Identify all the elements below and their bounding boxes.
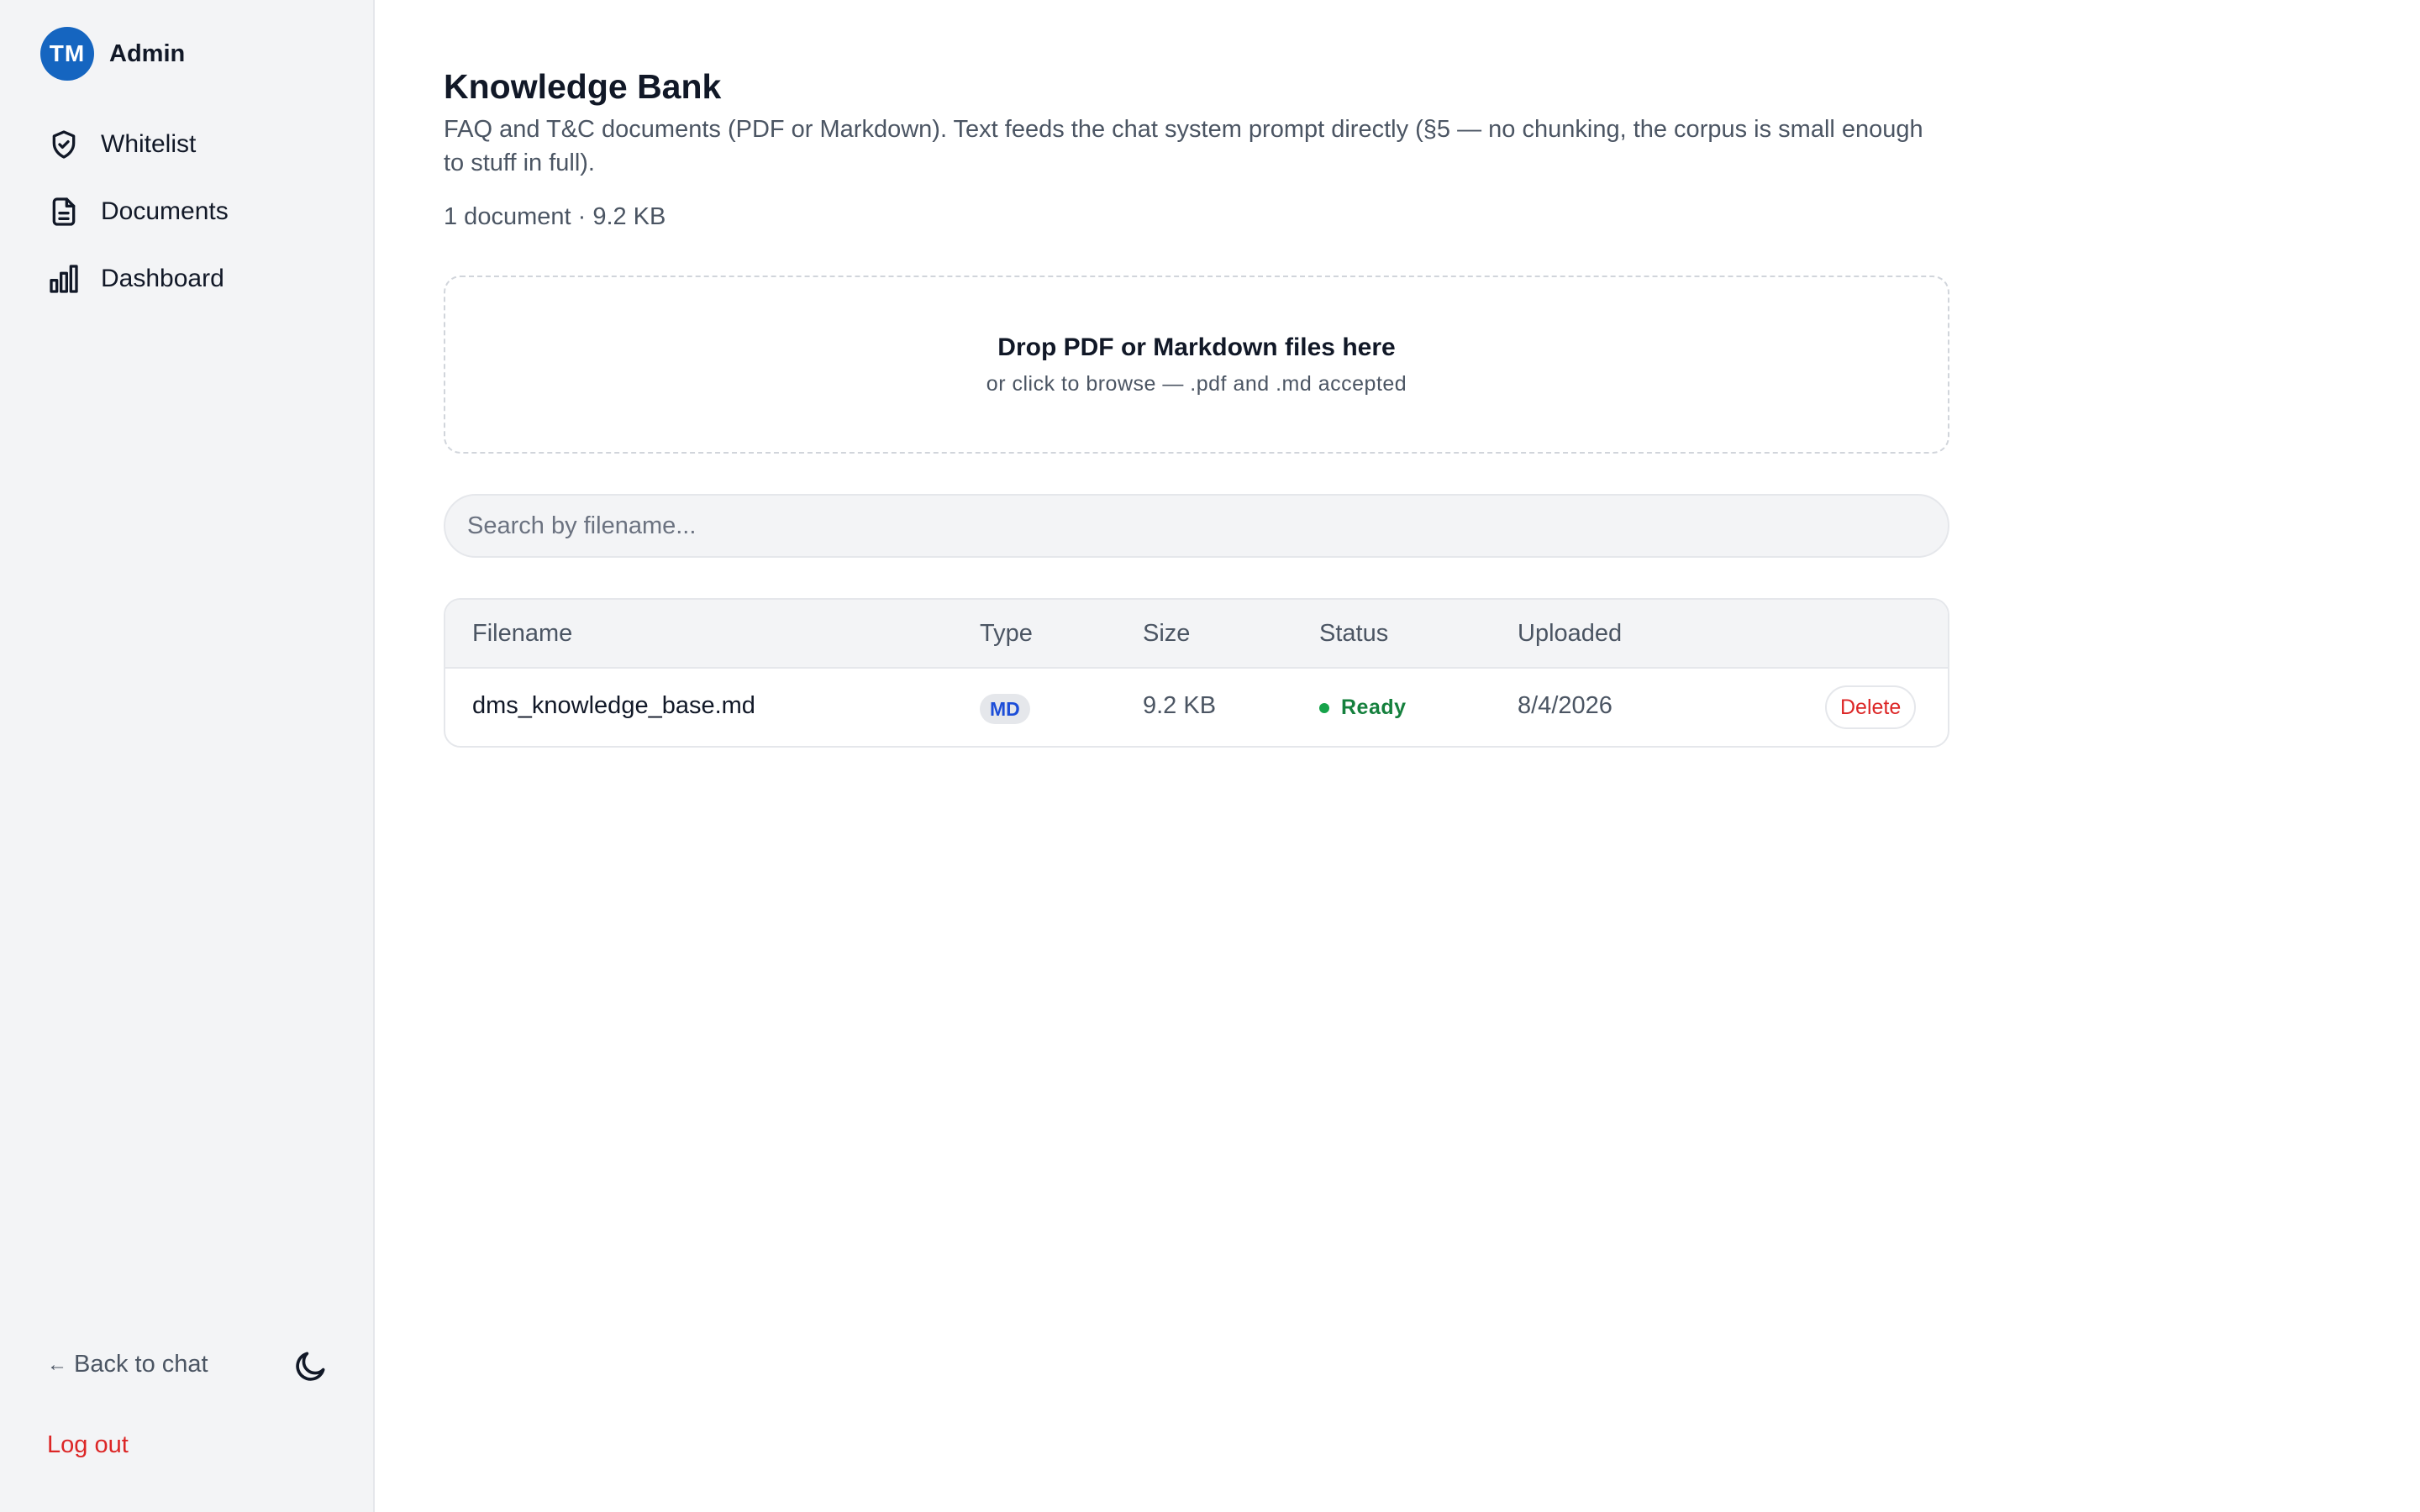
- sidebar-item-whitelist[interactable]: Whitelist: [47, 124, 229, 165]
- theme-toggle-button[interactable]: [292, 1347, 329, 1384]
- logout-link[interactable]: Log out: [47, 1431, 129, 1459]
- column-header-size[interactable]: Size: [1143, 620, 1190, 648]
- sidebar-item-dashboard[interactable]: Dashboard: [47, 259, 229, 299]
- page-subtitle: FAQ and T&C documents (PDF or Markdown).…: [444, 116, 1923, 176]
- app: TM Admin Whitelist Documents Dashboard ←…: [0, 0, 2420, 1512]
- sidebar: TM Admin Whitelist Documents Dashboard ←…: [0, 0, 375, 1512]
- status-badge: Ready: [1319, 696, 1407, 720]
- back-to-chat-link[interactable]: ← Back to chat: [47, 1351, 208, 1378]
- sidebar-nav: Whitelist Documents Dashboard: [47, 124, 229, 326]
- user-name: Admin: [109, 39, 186, 67]
- dropzone-subtitle: or click to browse — .pdf and .md accept…: [986, 371, 1407, 396]
- table-row: dms_knowledge_base.md MD 9.2 KB Ready 8/…: [445, 669, 1948, 746]
- arrow-left-icon: ←: [47, 1352, 67, 1376]
- file-dropzone[interactable]: Drop PDF or Markdown files here or click…: [444, 276, 1949, 454]
- search-input[interactable]: [444, 494, 1949, 558]
- document-summary: 1 document · 9.2 KB: [444, 203, 666, 230]
- status-label: Ready: [1341, 696, 1407, 719]
- document-icon: [52, 197, 76, 226]
- column-header-type[interactable]: Type: [980, 620, 1033, 648]
- type-badge: MD: [980, 694, 1030, 724]
- user-profile[interactable]: TM Admin: [40, 27, 185, 81]
- delete-button[interactable]: Delete: [1825, 685, 1917, 729]
- moon-icon: [296, 1352, 325, 1381]
- dropzone-title: Drop PDF or Markdown files here: [997, 333, 1396, 361]
- sidebar-item-label: Documents: [101, 197, 229, 225]
- cell-size: 9.2 KB: [1143, 692, 1217, 719]
- cell-filename: dms_knowledge_base.md: [472, 692, 755, 719]
- sidebar-item-label: Whitelist: [101, 130, 197, 158]
- page-title: Knowledge Bank: [444, 67, 722, 106]
- table-header: Filename Type Size Status Uploaded: [445, 600, 1948, 669]
- shield-check-icon: [52, 130, 76, 159]
- sidebar-item-label: Dashboard: [101, 265, 224, 292]
- documents-table: Filename Type Size Status Uploaded dms_k…: [444, 598, 1949, 748]
- column-header-status[interactable]: Status: [1319, 620, 1388, 648]
- status-dot-icon: [1319, 702, 1329, 713]
- bar-chart-icon: [50, 265, 78, 293]
- sidebar-item-documents[interactable]: Documents: [47, 192, 229, 232]
- back-to-chat-label: Back to chat: [74, 1351, 208, 1378]
- cell-uploaded: 8/4/2026: [1518, 692, 1612, 719]
- column-header-uploaded[interactable]: Uploaded: [1518, 620, 1622, 648]
- column-header-filename[interactable]: Filename: [472, 620, 572, 648]
- avatar: TM: [40, 27, 94, 81]
